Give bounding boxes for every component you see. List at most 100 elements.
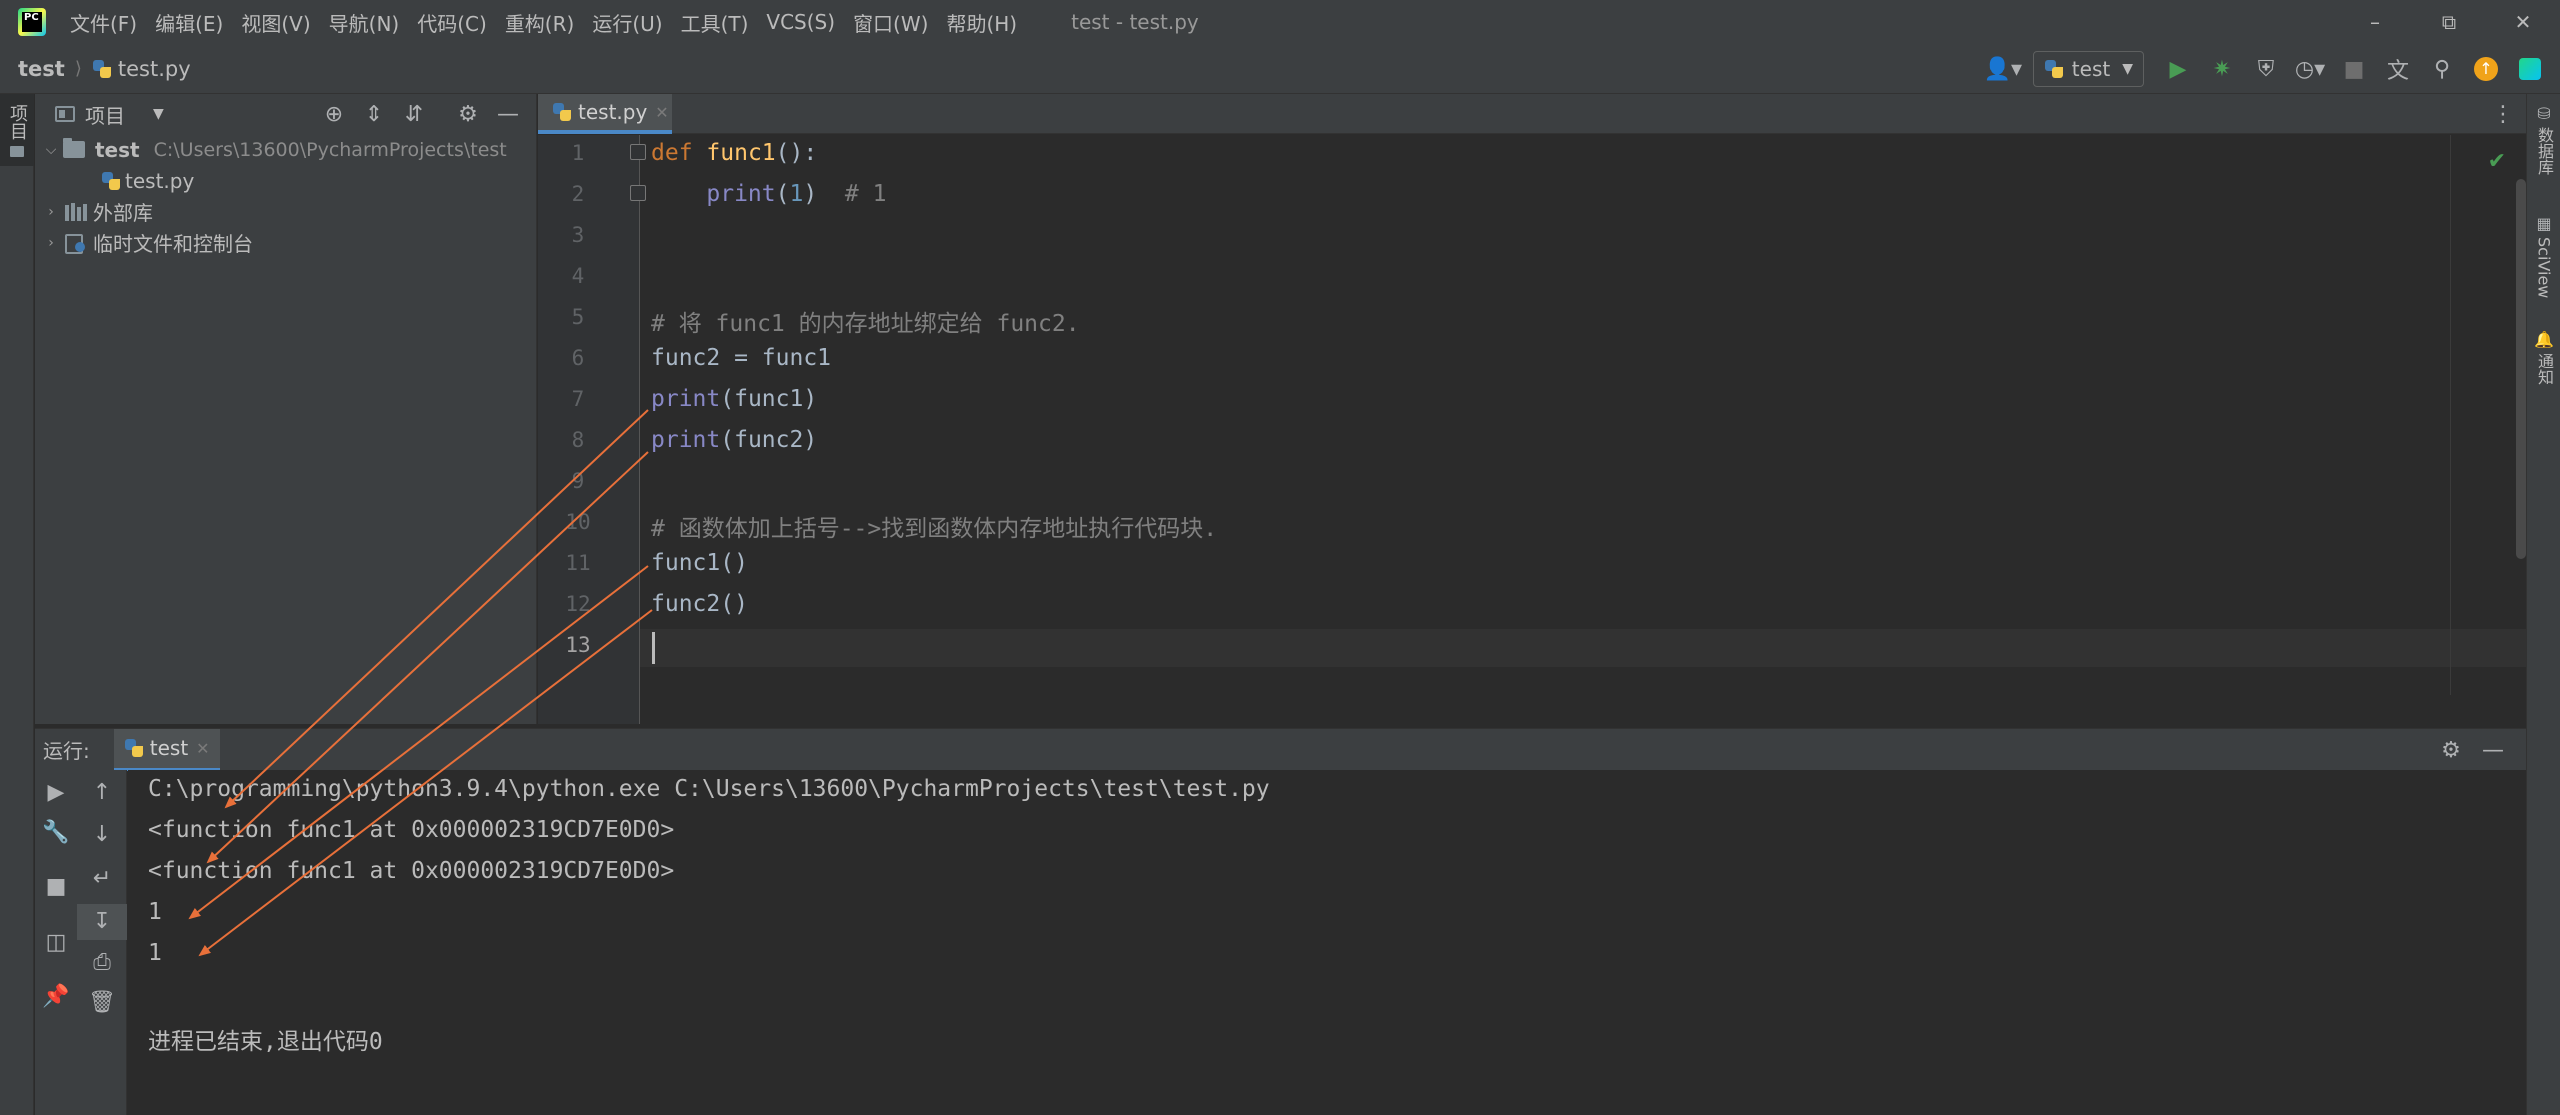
search-icon[interactable]: ⚲ xyxy=(2422,49,2462,89)
sciview-label: SciView xyxy=(2534,237,2554,299)
chevron-down-icon[interactable]: ▼ xyxy=(153,106,164,122)
code-line: # 将 func1 的内存地址绑定给 func2. xyxy=(651,311,1080,337)
menu-code[interactable]: 代码(C) xyxy=(417,8,487,37)
user-icon[interactable]: 👤▾ xyxy=(1983,49,2023,89)
translate-icon[interactable]: 文 xyxy=(2378,49,2418,89)
run-config-selector[interactable]: test ▼ xyxy=(2032,51,2144,87)
menu-file[interactable]: 文件(F) xyxy=(70,8,137,37)
menu-view[interactable]: 视图(V) xyxy=(241,8,310,37)
project-panel-tools: ⊕ ⇕ ⇵ ⚙ — xyxy=(314,94,528,134)
tree-root-path: C:\Users\13600\PycharmProjects\test xyxy=(153,138,507,161)
code-line: func2() xyxy=(651,591,748,617)
menu-window[interactable]: 窗口(W) xyxy=(853,8,928,37)
breadcrumb-project[interactable]: test xyxy=(18,57,65,81)
soft-wrap-icon[interactable]: ↵ xyxy=(77,866,127,891)
tree-scratches-row[interactable]: › 临时文件和控制台 xyxy=(35,227,536,258)
rerun-icon[interactable]: ▶ xyxy=(35,780,77,805)
notifications-tool-tab[interactable]: 🔔 通知 xyxy=(2527,330,2560,385)
run-config-label: test xyxy=(2071,57,2111,81)
fold-marker-icon[interactable] xyxy=(630,185,646,201)
sciview-tool-tab[interactable]: ▦ SciView xyxy=(2527,214,2560,298)
profile-icon[interactable]: ◷▾ xyxy=(2290,49,2330,89)
database-tool-tab[interactable]: ⛁ 数据库 xyxy=(2527,104,2560,175)
window-controls: – ⧉ ✕ xyxy=(2338,0,2560,44)
print-icon[interactable]: ⎙ xyxy=(77,950,127,975)
gear-icon[interactable]: ⚙ xyxy=(448,102,488,127)
stop-icon[interactable]: ■ xyxy=(2334,49,2374,89)
collapse-all-icon[interactable]: ⇵ xyxy=(394,102,434,127)
trash-icon[interactable]: 🗑 xyxy=(77,990,127,1015)
code-line: # 函数体加上括号-->找到函数体内存地址执行代码块. xyxy=(651,516,1218,542)
project-tool-label: 项目 xyxy=(7,104,28,140)
pin-icon[interactable]: 📌 xyxy=(35,984,77,1009)
bell-icon: 🔔 xyxy=(2534,330,2554,349)
run-icon[interactable]: ▶ xyxy=(2158,49,2198,89)
run-tab-test[interactable]: test ✕ xyxy=(113,728,220,771)
menu-navigate[interactable]: 导航(N) xyxy=(329,8,400,37)
hide-panel-icon[interactable]: — xyxy=(488,102,528,127)
debug-icon[interactable]: ✷ xyxy=(2202,49,2242,89)
current-line-highlight xyxy=(640,629,2526,667)
tree-external-libs-row[interactable]: › 外部库 xyxy=(35,196,536,227)
more-options-icon[interactable]: ⋮ xyxy=(2492,94,2514,134)
scroll-down-icon[interactable]: ↓ xyxy=(77,822,127,847)
breadcrumb-file[interactable]: test.py xyxy=(118,57,191,81)
code-line: print(1) # 1 xyxy=(706,181,887,207)
code-editor[interactable]: 1 2 3 4 5 6 7 8 9 10 11 12 13 def func1(… xyxy=(538,135,2526,724)
text-caret xyxy=(652,632,655,664)
minimize-button[interactable]: – xyxy=(2338,0,2412,44)
editor-scrollbar[interactable] xyxy=(2516,179,2526,559)
editor-tab-label: test.py xyxy=(578,100,648,124)
fold-marker-icon[interactable] xyxy=(630,144,646,160)
coverage-icon[interactable]: ⛨ xyxy=(2246,49,2286,89)
editor-tab-bar: test.py ✕ ⋮ xyxy=(538,94,2526,134)
line-number: 12 xyxy=(565,592,591,616)
python-file-icon xyxy=(552,102,572,122)
tree-file-row[interactable]: test.py xyxy=(35,165,536,196)
restore-button[interactable]: ⧉ xyxy=(2412,0,2486,44)
run-console[interactable]: C:\programming\python3.9.4\python.exe C:… xyxy=(128,770,2526,1115)
code-line: def func1(): xyxy=(651,140,818,166)
wrench-icon[interactable]: 🔧 xyxy=(35,820,77,845)
line-number: 3 xyxy=(571,223,585,247)
locate-icon[interactable]: ⊕ xyxy=(314,102,354,127)
tree-root-name: test xyxy=(95,137,140,162)
stop-icon[interactable]: ■ xyxy=(35,874,77,899)
menu-run[interactable]: 运行(U) xyxy=(592,8,662,37)
close-tab-icon[interactable]: ✕ xyxy=(655,103,668,122)
gear-icon[interactable]: ⚙ xyxy=(2430,738,2472,763)
close-window-button[interactable]: ✕ xyxy=(2486,0,2560,44)
hide-panel-icon[interactable]: — xyxy=(2472,738,2514,763)
expand-all-icon[interactable]: ⇕ xyxy=(354,102,394,127)
menu-vcs[interactable]: VCS(S) xyxy=(766,10,835,34)
chevron-down-icon[interactable]: ⌵ xyxy=(39,142,63,158)
project-tool-tab[interactable]: 项目 xyxy=(0,94,34,166)
run-panel-label: 运行: xyxy=(43,739,90,763)
code-line: func1() xyxy=(651,550,748,576)
editor-tab-test-py[interactable]: test.py ✕ xyxy=(538,94,672,134)
line-number: 11 xyxy=(565,551,591,575)
menu-help[interactable]: 帮助(H) xyxy=(946,8,1017,37)
menu-tools[interactable]: 工具(T) xyxy=(681,8,749,37)
scroll-to-end-icon[interactable]: ↧ xyxy=(77,904,127,940)
line-number-gutter: 1 2 3 4 5 6 7 8 9 10 11 12 13 xyxy=(538,135,640,724)
update-icon[interactable]: ↑ xyxy=(2466,49,2506,89)
layout-icon[interactable]: ◫ xyxy=(35,930,77,955)
close-tab-icon[interactable]: ✕ xyxy=(196,739,209,758)
menu-refactor[interactable]: 重构(R) xyxy=(505,8,575,37)
database-label: 数据库 xyxy=(2535,127,2554,175)
check-icon[interactable]: ✔ xyxy=(2488,149,2506,174)
breadcrumb-separator: ⟩ xyxy=(74,58,82,79)
tree-scratches-label: 临时文件和控制台 xyxy=(93,232,253,256)
project-panel-title[interactable]: 项目 xyxy=(85,100,125,129)
menu-edit[interactable]: 编辑(E) xyxy=(155,8,223,37)
tree-root-row[interactable]: ⌵ test C:\Users\13600\PycharmProjects\te… xyxy=(35,134,536,165)
notifications-label: 通知 xyxy=(2535,353,2554,385)
pycharm-logo-icon: PC xyxy=(18,8,46,36)
chevron-right-icon[interactable]: › xyxy=(39,204,63,220)
chevron-right-icon[interactable]: › xyxy=(39,235,63,251)
scroll-up-icon[interactable]: ↑ xyxy=(77,780,127,805)
jetbrains-icon[interactable] xyxy=(2510,49,2550,89)
left-tool-strip: 项目 xyxy=(0,94,34,1115)
project-panel: 项目 ▼ ⊕ ⇕ ⇵ ⚙ — ⌵ test C:\Users\13600\Pyc… xyxy=(35,94,537,724)
